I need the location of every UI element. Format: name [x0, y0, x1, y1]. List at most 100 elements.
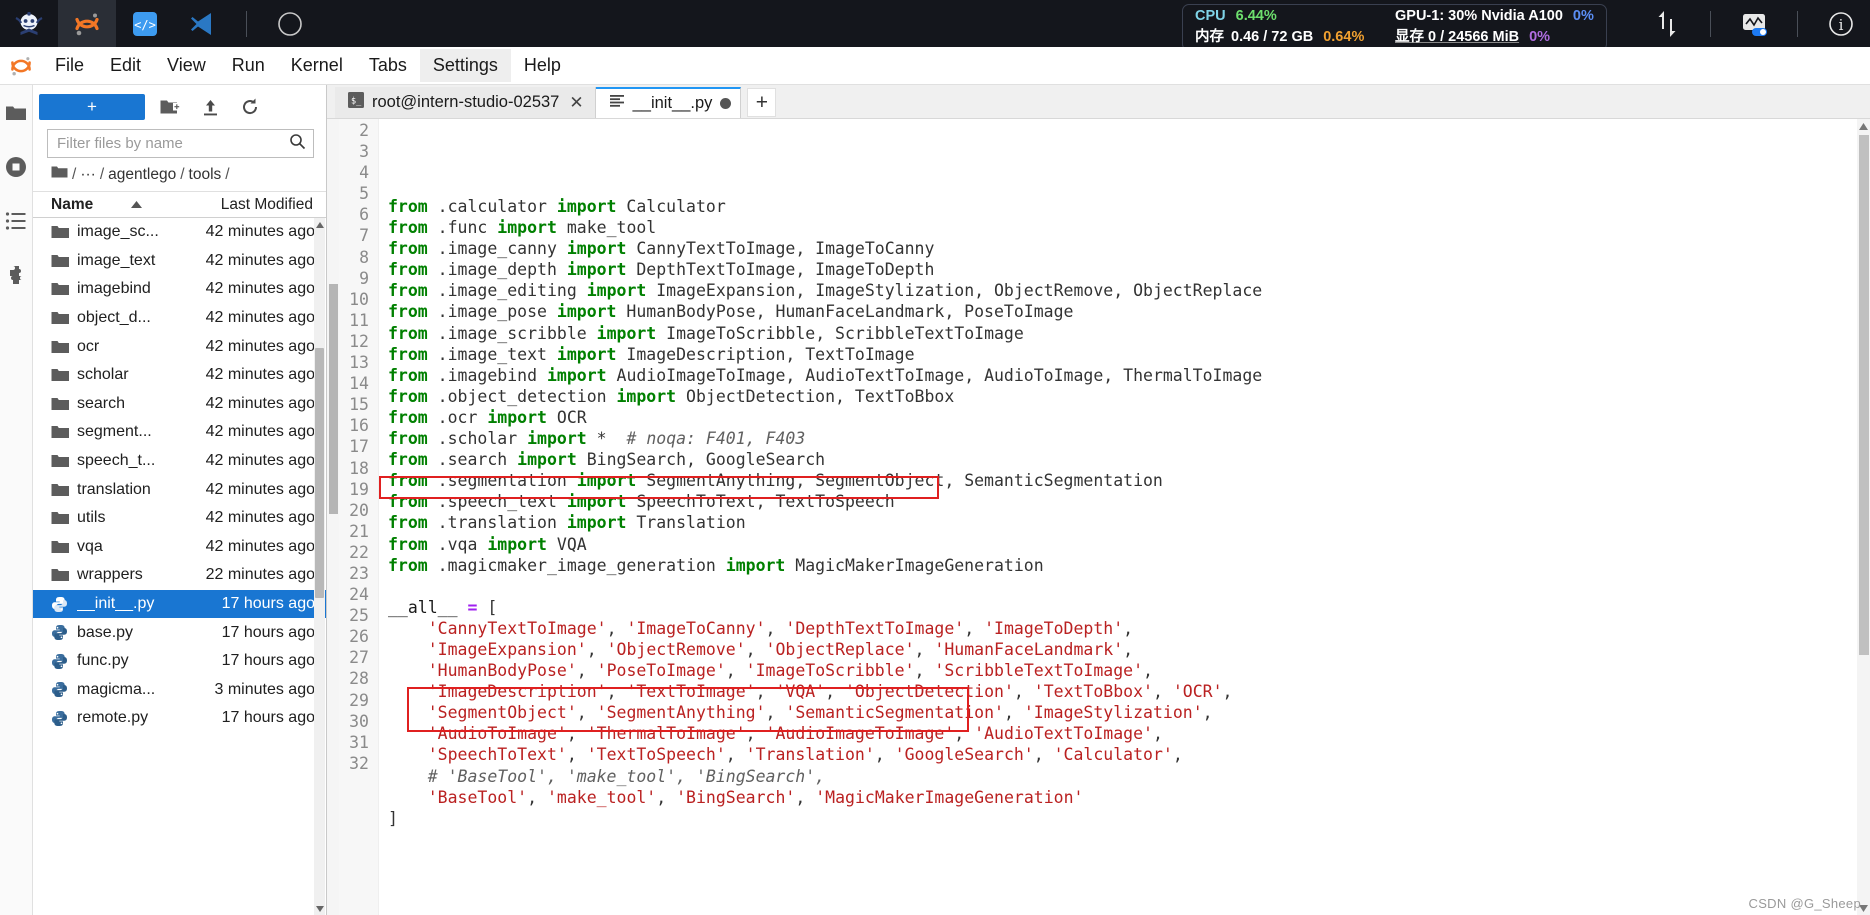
- code-line[interactable]: # 'BaseTool', 'make_tool', 'BingSearch',: [388, 766, 1870, 787]
- new-launcher-button[interactable]: +: [39, 94, 145, 120]
- code-line[interactable]: from .segmentation import SegmentAnythin…: [388, 470, 1870, 491]
- menu-item-kernel[interactable]: Kernel: [278, 49, 356, 83]
- menu-item-view[interactable]: View: [154, 49, 219, 83]
- file-row-image-sc[interactable]: image_sc... 42 minutes ago: [33, 218, 326, 247]
- code-brackets-icon[interactable]: </>: [116, 0, 174, 47]
- code-line[interactable]: from .imagebind import AudioImageToImage…: [388, 365, 1870, 386]
- file-list[interactable]: image_pose42 minutes agoimage_sc...42 mi…: [33, 218, 326, 915]
- code-line[interactable]: __all__ = [: [388, 597, 1870, 618]
- code-line[interactable]: from .image_canny import CannyTextToImag…: [388, 238, 1870, 259]
- code-line[interactable]: from .object_detection import ObjectDete…: [388, 386, 1870, 407]
- code-line[interactable]: from .search import BingSearch, GoogleSe…: [388, 449, 1870, 470]
- file-row-remote-py[interactable]: remote.py 17 hours ago: [33, 704, 326, 733]
- file-row-imagebind[interactable]: imagebind 42 minutes ago: [33, 275, 326, 304]
- code-line[interactable]: 'SpeechToText', 'TextToSpeech', 'Transla…: [388, 744, 1870, 765]
- file-row-scholar[interactable]: scholar 42 minutes ago: [33, 361, 326, 390]
- menu-item-tabs[interactable]: Tabs: [356, 49, 420, 83]
- code-line[interactable]: from .vqa import VQA: [388, 534, 1870, 555]
- code-line[interactable]: 'ImageExpansion', 'ObjectRemove', 'Objec…: [388, 639, 1870, 660]
- file-row-ocr[interactable]: ocr 42 minutes ago: [33, 332, 326, 361]
- code-line[interactable]: from .image_editing import ImageExpansio…: [388, 280, 1870, 301]
- breadcrumb-tools[interactable]: tools: [189, 166, 222, 184]
- editor-scroll-up-icon[interactable]: [1857, 119, 1870, 133]
- code-line[interactable]: from .func import make_tool: [388, 217, 1870, 238]
- menu-item-help[interactable]: Help: [511, 49, 574, 83]
- file-list-scroll-thumb[interactable]: [315, 348, 324, 598]
- vscode-icon[interactable]: [174, 0, 232, 47]
- breadcrumb-ellipsis[interactable]: ···: [80, 166, 96, 184]
- code-line[interactable]: ]: [388, 808, 1870, 829]
- editor-minimap-thumb[interactable]: [329, 284, 338, 514]
- file-row-magicma[interactable]: magicma... 3 minutes ago: [33, 676, 326, 705]
- file-row-segment[interactable]: segment... 42 minutes ago: [33, 418, 326, 447]
- file-row-speech-t[interactable]: speech_t... 42 minutes ago: [33, 447, 326, 476]
- unsaved-changes-dot[interactable]: [720, 98, 732, 109]
- code-line[interactable]: from .ocr import OCR: [388, 407, 1870, 428]
- upload-icon[interactable]: [195, 94, 225, 120]
- breadcrumb-agentlego[interactable]: agentlego: [108, 166, 176, 184]
- folder-home-icon[interactable]: [51, 165, 68, 184]
- code-line[interactable]: from .image_text import ImageDescription…: [388, 344, 1870, 365]
- code-line[interactable]: 'AudioToImage', 'ThermalToImage', 'Audio…: [388, 723, 1870, 744]
- upload-arrow-icon[interactable]: [1638, 0, 1696, 47]
- editor-scroll-thumb[interactable]: [1859, 135, 1869, 655]
- code-line[interactable]: from .image_depth import DepthTextToImag…: [388, 259, 1870, 280]
- menu-item-settings[interactable]: Settings: [419, 48, 511, 83]
- column-header-name[interactable]: Name: [33, 196, 176, 214]
- tab-terminal[interactable]: $_ root@intern-studio-02537 ✕: [335, 87, 596, 118]
- scroll-down-arrow-icon[interactable]: [314, 902, 325, 915]
- editor-minimap-scroll[interactable]: [327, 119, 339, 915]
- token-id: .image_text: [427, 344, 557, 364]
- sidebar-item-running-sessions[interactable]: [2, 153, 30, 181]
- file-list-scrollbar[interactable]: [314, 218, 325, 915]
- file-row-utils[interactable]: utils 42 minutes ago: [33, 504, 326, 533]
- filter-files-box[interactable]: [47, 129, 314, 158]
- jupyter-logo-icon[interactable]: [58, 0, 116, 47]
- code-line[interactable]: 'ImageDescription', 'TextToImage', 'VQA'…: [388, 681, 1870, 702]
- file-row-vqa[interactable]: vqa 42 minutes ago: [33, 533, 326, 562]
- code-line[interactable]: from .calculator import Calculator: [388, 196, 1870, 217]
- monitor-toggle-icon[interactable]: [1725, 0, 1783, 47]
- file-row-base-py[interactable]: base.py 17 hours ago: [33, 618, 326, 647]
- file-row-wrappers[interactable]: wrappers 22 minutes ago: [33, 561, 326, 590]
- menu-item-edit[interactable]: Edit: [97, 49, 154, 83]
- menu-item-run[interactable]: Run: [219, 49, 278, 83]
- code-line[interactable]: 'SegmentObject', 'SegmentAnything', 'Sem…: [388, 702, 1870, 723]
- column-header-modified[interactable]: Last Modified: [176, 196, 326, 214]
- new-folder-icon[interactable]: [155, 94, 185, 120]
- code-line[interactable]: 'BaseTool', 'make_tool', 'BingSearch', '…: [388, 787, 1870, 808]
- code-line[interactable]: from .image_scribble import ImageToScrib…: [388, 323, 1870, 344]
- code-line[interactable]: [388, 829, 1870, 850]
- code-editor[interactable]: 2 3 4 5 6 7 8 9 10 11 12 13 14 15 16 17 18 19 20 21 22 23 24 25…: [327, 118, 1870, 915]
- compass-icon[interactable]: [261, 0, 319, 47]
- code-line[interactable]: [388, 576, 1870, 597]
- sidebar-item-commands[interactable]: [2, 207, 30, 235]
- file-row-image-text[interactable]: image_text 42 minutes ago: [33, 247, 326, 276]
- code-line[interactable]: from .magicmaker_image_generation import…: [388, 555, 1870, 576]
- close-icon[interactable]: ✕: [567, 93, 585, 113]
- menu-item-file[interactable]: File: [42, 49, 97, 83]
- code-line[interactable]: 'HumanBodyPose', 'PoseToImage', 'ImageTo…: [388, 660, 1870, 681]
- file-row-object-d[interactable]: object_d... 42 minutes ago: [33, 304, 326, 333]
- code-line[interactable]: from .speech_text import SpeechToText, T…: [388, 491, 1870, 512]
- sidebar-item-file-browser[interactable]: [2, 99, 30, 127]
- info-circle-icon[interactable]: i: [1812, 0, 1870, 47]
- refresh-icon[interactable]: [235, 94, 265, 120]
- file-row-search[interactable]: search 42 minutes ago: [33, 390, 326, 419]
- editor-vertical-scrollbar[interactable]: [1857, 119, 1870, 915]
- tab-init-py[interactable]: __init__.py: [595, 87, 742, 118]
- scroll-up-arrow-icon[interactable]: [314, 218, 325, 231]
- search-input[interactable]: [57, 135, 289, 152]
- add-tab-button[interactable]: +: [747, 88, 777, 117]
- file-row-init-py[interactable]: __init__.py 17 hours ago: [33, 589, 326, 619]
- python-file-icon: [51, 710, 77, 727]
- code-line[interactable]: from .image_pose import HumanBodyPose, H…: [388, 301, 1870, 322]
- code-line[interactable]: from .translation import Translation: [388, 512, 1870, 533]
- code-content[interactable]: from .calculator import Calculator from .…: [379, 119, 1870, 915]
- code-line[interactable]: from .scholar import * # noqa: F401, F40…: [388, 428, 1870, 449]
- file-row-func-py[interactable]: func.py 17 hours ago: [33, 647, 326, 676]
- file-row-translation[interactable]: translation 42 minutes ago: [33, 475, 326, 504]
- intern-studio-logo-icon[interactable]: [0, 0, 58, 47]
- sidebar-item-extensions[interactable]: [2, 261, 30, 289]
- code-line[interactable]: 'CannyTextToImage', 'ImageToCanny', 'Dep…: [388, 618, 1870, 639]
